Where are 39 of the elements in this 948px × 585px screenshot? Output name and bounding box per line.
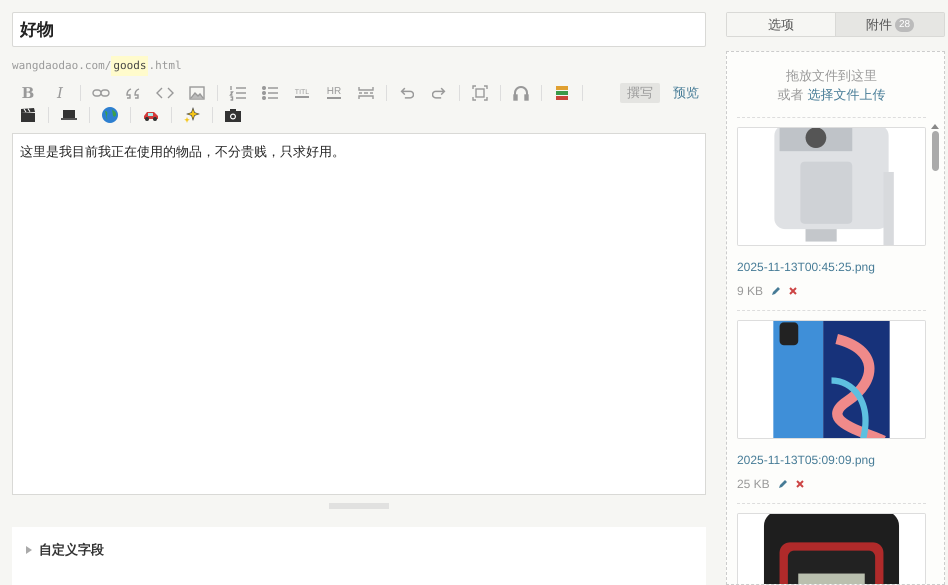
redo-icon: [432, 87, 446, 99]
undo-icon: [400, 87, 414, 99]
image-icon: [188, 84, 206, 102]
italic-button[interactable]: I: [44, 81, 76, 105]
preview-tab[interactable]: 预览: [666, 83, 706, 103]
page-break-icon: [357, 84, 375, 102]
attachment-name[interactable]: 2025-11-13T05:09:09.png: [737, 451, 926, 469]
delete-icon[interactable]: [796, 480, 804, 488]
drop-hint: 拖放文件到这里: [786, 67, 877, 85]
bullet-list-icon: [261, 84, 279, 102]
sparkles-icon: [183, 106, 201, 124]
resize-handle[interactable]: [329, 503, 389, 510]
file-size: 9 KB: [737, 283, 764, 300]
clapperboard-icon: [19, 106, 37, 124]
numbered-list-icon: [229, 84, 247, 102]
drop-hint: 或者: [778, 86, 804, 104]
edit-icon[interactable]: [771, 286, 782, 296]
file-size: 25 KB: [737, 476, 770, 493]
headphones-icon: [512, 84, 530, 102]
fullscreen-icon: [471, 84, 489, 102]
scroll-up-icon[interactable]: [931, 124, 939, 129]
count-badge: 28: [894, 18, 914, 32]
bold-button[interactable]: B: [12, 81, 44, 105]
attachment-name[interactable]: 2025-11-13T00:45:25.png: [737, 258, 926, 276]
delete-icon[interactable]: [789, 287, 798, 295]
books-icon: [553, 84, 571, 102]
camera-icon: [224, 106, 242, 124]
custom-fields-toggle[interactable]: 自定义字段: [26, 540, 104, 560]
url-prefix: wangdaodao.com/: [12, 58, 112, 74]
sidebar-tab[interactable]: 附件 28: [835, 13, 944, 36]
caret-right-icon: [26, 546, 32, 554]
editor-textarea[interactable]: 这里是我目前我正在使用的物品，不分贵贱，只求好用。: [12, 133, 706, 496]
slug-field[interactable]: goods: [111, 56, 148, 76]
upload-link[interactable]: 选择文件上传: [808, 85, 886, 104]
globe-icon: [101, 106, 119, 124]
horizontal-rule-button[interactable]: HR: [318, 81, 350, 105]
scrollbar-thumb[interactable]: [932, 131, 938, 171]
edit-icon[interactable]: [778, 479, 788, 489]
url-suffix: .html: [148, 58, 182, 74]
